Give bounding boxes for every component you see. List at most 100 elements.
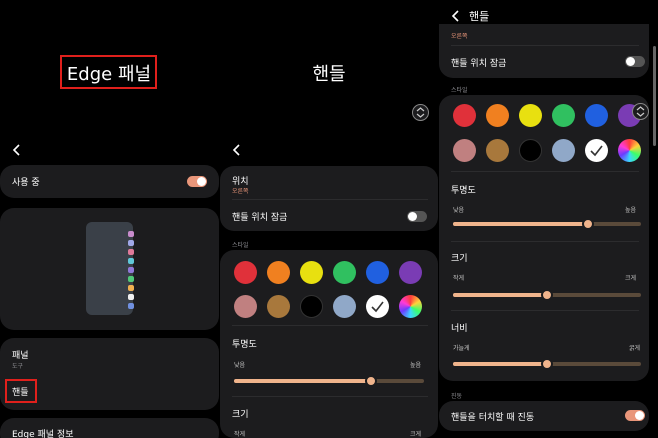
low-label: 낮음 — [453, 207, 465, 214]
lock-position-toggle[interactable] — [625, 56, 645, 67]
color-swatch[interactable] — [453, 104, 476, 127]
vibrate-label: 핸들을 터치할 때 진동 — [451, 413, 535, 423]
about-row[interactable]: Edge 패널 정보 — [0, 418, 219, 438]
style-caption: 스타일 — [451, 87, 468, 94]
color-swatch[interactable] — [333, 261, 356, 284]
divider — [451, 45, 639, 46]
color-swatch[interactable] — [486, 139, 509, 162]
color-swatch[interactable] — [267, 261, 290, 284]
color-swatch[interactable] — [519, 139, 542, 162]
small-label: 작게 — [453, 275, 465, 282]
panel-handle-card: 패널 도구 핸들 — [0, 338, 219, 410]
panels-sub: 도구 — [12, 363, 24, 370]
back-arrow-icon — [12, 144, 20, 156]
back-button[interactable] — [449, 8, 463, 22]
back-arrow-icon — [232, 144, 240, 156]
color-swatch[interactable] — [585, 104, 608, 127]
color-swatch[interactable] — [366, 295, 389, 318]
color-swatch[interactable] — [366, 261, 389, 284]
position-value: 오른쪽 — [232, 188, 249, 195]
scroll-to-top-button[interactable] — [632, 103, 649, 120]
color-swatch[interactable] — [300, 295, 323, 318]
vibrate-row[interactable]: 핸들을 터치할 때 진동 — [439, 401, 649, 431]
color-swatch[interactable] — [333, 295, 356, 318]
chevron-up-down-icon — [416, 107, 425, 118]
large-label: 크게 — [625, 275, 637, 282]
color-swatch[interactable] — [486, 104, 509, 127]
slider-fill — [453, 222, 589, 226]
back-button[interactable] — [230, 142, 244, 156]
handle-settings-scrolled-screen: 핸들 오른쪽 핸들 위치 잠금 스타일 투명도 낮음 높음 크기 작게 크게 너… — [439, 0, 658, 438]
about-label: Edge 패널 정보 — [12, 430, 74, 438]
checkmark-icon — [590, 145, 603, 157]
transparency-label: 투명도 — [232, 340, 257, 350]
in-use-row[interactable]: 사용 중 — [0, 165, 219, 198]
style-caption: 스타일 — [232, 242, 249, 249]
transparency-slider[interactable] — [234, 375, 424, 387]
size-label: 크기 — [232, 410, 249, 420]
width-slider[interactable] — [453, 358, 641, 370]
custom-color-swatch[interactable] — [399, 295, 422, 318]
vibrate-toggle[interactable] — [625, 410, 645, 421]
highlight-box — [5, 379, 37, 403]
high-label: 높음 — [625, 207, 637, 214]
divider — [232, 396, 428, 397]
style-card: 투명도 낮음 높음 크기 작게 크게 — [220, 250, 438, 438]
custom-color-swatch[interactable] — [618, 139, 641, 162]
low-label: 낮음 — [234, 362, 246, 369]
color-swatch[interactable] — [267, 295, 290, 318]
position-lock-card: 위치 오른쪽 핸들 위치 잠금 — [220, 166, 438, 231]
slider-thumb[interactable] — [364, 375, 377, 387]
phone-preview — [86, 222, 134, 315]
color-swatch[interactable] — [519, 104, 542, 127]
handle-settings-screen: 핸들 위치 오른쪽 핸들 위치 잠금 스타일 투명도 낮음 높음 크기 작게 크… — [220, 0, 438, 438]
transparency-slider[interactable] — [453, 218, 641, 230]
color-swatch[interactable] — [552, 104, 575, 127]
transparency-label: 투명도 — [451, 186, 476, 196]
lock-position-toggle[interactable] — [407, 211, 427, 222]
position-lock-card: 오른쪽 핸들 위치 잠금 — [439, 24, 649, 78]
slider-fill — [234, 379, 371, 383]
slider-thumb[interactable] — [582, 218, 595, 230]
color-swatch[interactable] — [399, 261, 422, 284]
color-swatch[interactable] — [453, 139, 476, 162]
slider-fill — [453, 293, 547, 297]
chevron-up-down-icon — [636, 106, 645, 117]
edge-preview-card — [0, 208, 219, 330]
edge-panel-settings-screen: Edge 패널 사용 중 패널 도구 핸들 Edge 패널 정보 — [0, 0, 219, 438]
in-use-label: 사용 중 — [12, 178, 40, 188]
slider-thumb[interactable] — [541, 289, 553, 301]
position-value: 오른쪽 — [451, 33, 468, 40]
large-label: 크게 — [410, 431, 422, 438]
high-label: 높음 — [410, 362, 422, 369]
page-title: 핸들 — [312, 64, 346, 85]
divider — [232, 325, 428, 326]
in-use-toggle[interactable] — [187, 176, 207, 187]
color-swatch[interactable] — [585, 139, 608, 162]
size-label: 크기 — [451, 254, 468, 264]
back-arrow-icon — [451, 10, 459, 22]
thick-label: 굵게 — [629, 345, 641, 352]
scrollbar[interactable] — [653, 46, 656, 146]
slider-thumb[interactable] — [541, 358, 553, 370]
back-button[interactable] — [10, 142, 24, 156]
scroll-to-top-button[interactable] — [412, 104, 429, 121]
panels-label[interactable]: 패널 — [12, 348, 29, 361]
vibration-caption: 진동 — [451, 393, 463, 400]
color-swatch[interactable] — [234, 295, 257, 318]
divider — [451, 171, 639, 172]
divider — [451, 241, 639, 242]
lock-label: 핸들 위치 잠금 — [451, 59, 507, 69]
size-slider[interactable] — [453, 289, 641, 301]
highlight-box — [60, 55, 157, 89]
style-card: 투명도 낮음 높음 크기 작게 크게 너비 가늘게 굵게 — [439, 95, 649, 381]
color-swatch[interactable] — [552, 139, 575, 162]
thin-label: 가늘게 — [453, 345, 470, 352]
divider — [451, 310, 639, 311]
slider-fill — [453, 362, 547, 366]
color-swatch[interactable] — [300, 261, 323, 284]
width-label: 너비 — [451, 324, 468, 334]
small-label: 작게 — [234, 431, 246, 438]
divider — [232, 199, 428, 200]
color-swatch[interactable] — [234, 261, 257, 284]
